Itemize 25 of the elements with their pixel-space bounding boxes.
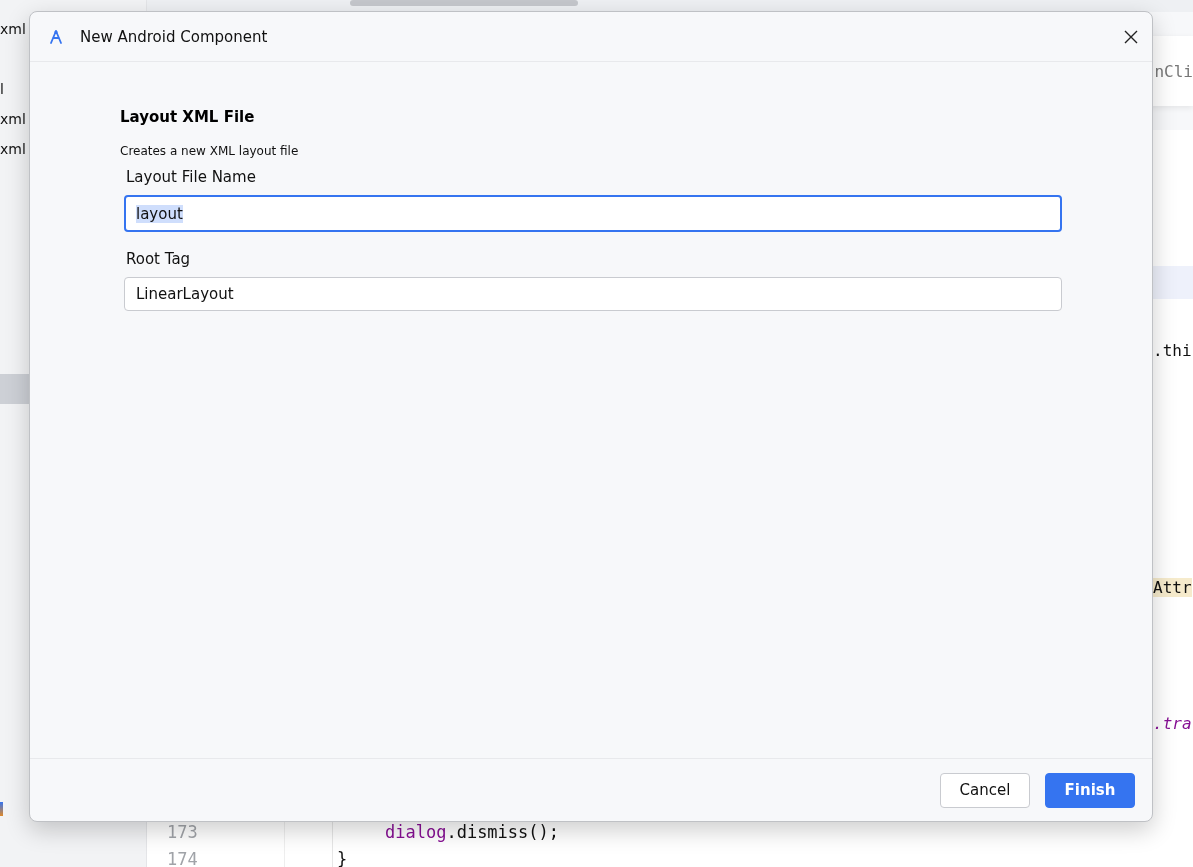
input-field[interactable]: LinearLayout — [124, 277, 1062, 311]
section-heading: Layout XML File — [120, 108, 256, 126]
compass-icon — [48, 28, 64, 45]
breadcrumb-text[interactable]: nCli — [1154, 61, 1193, 81]
code-fragment: .thi — [1153, 340, 1192, 360]
file-item[interactable]: xml — [0, 21, 26, 37]
finish-button[interactable]: Finish — [1045, 772, 1135, 808]
code-line: dialog.dismiss(); — [385, 821, 559, 842]
code-fragment: Attr — [1153, 578, 1192, 597]
close-icon[interactable] — [1124, 29, 1138, 44]
input-field[interactable]: layout — [124, 195, 1062, 232]
section-description: Creates a new XML layout file — [120, 144, 300, 158]
file-item[interactable]: xml — [0, 141, 26, 157]
field-label: Root Tag — [126, 250, 192, 268]
file-item[interactable]: xml — [0, 111, 26, 127]
field-label: Layout File Name — [126, 168, 257, 186]
line-number: 173 — [167, 821, 198, 842]
code-line: } — [337, 848, 348, 867]
cancel-button[interactable]: Cancel — [940, 772, 1030, 808]
line-number: 174 — [167, 848, 198, 867]
dialog-title: New Android Component — [80, 27, 269, 46]
scrollbar-thumb[interactable] — [350, 0, 578, 6]
file-icon — [0, 802, 3, 816]
file-item[interactable]: l — [0, 81, 4, 97]
code-fragment: .tra — [1153, 713, 1192, 733]
